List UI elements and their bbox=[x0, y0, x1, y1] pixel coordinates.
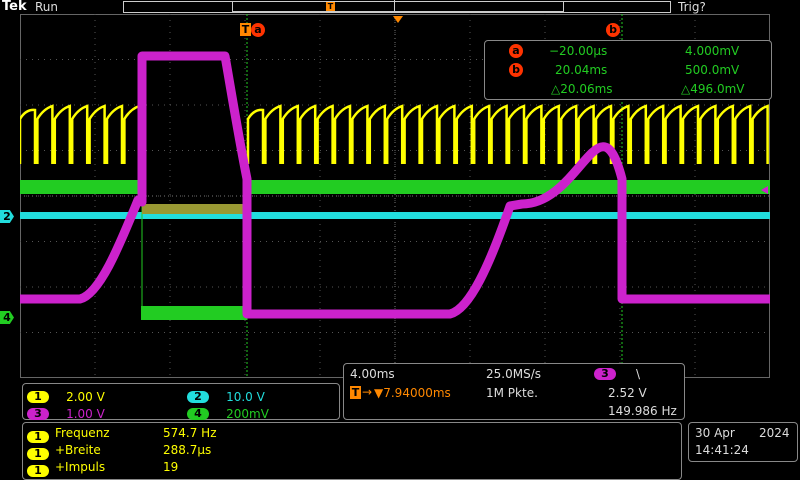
measurements-panel: 1 Frequenz 574.7 Hz 1 +Breite 288.7µs 1 … bbox=[22, 422, 682, 480]
top-bar: Tek Run T Trig? bbox=[0, 0, 800, 14]
trigger-level: 2.52 V bbox=[608, 386, 647, 400]
ch4-scale[interactable]: 4 200mV bbox=[187, 403, 269, 422]
clock-time: 14:41:24 bbox=[695, 443, 749, 457]
record-length: 1M Pkte. bbox=[486, 386, 538, 400]
year: 2024 bbox=[759, 426, 790, 440]
measurement-name: +Impuls bbox=[55, 460, 106, 474]
date: 30 Apr bbox=[695, 426, 735, 440]
channel-scales: 1 2.00 V 2 10.0 V 3 1.00 V 4 200mV bbox=[22, 383, 340, 422]
ch1-badge: 1 bbox=[27, 390, 49, 403]
ch2-scale-value: 10.0 V bbox=[226, 390, 265, 404]
ch3-scale-value: 1.00 V bbox=[66, 407, 105, 421]
cursor-b-readout-icon: b bbox=[509, 63, 523, 77]
record-trigger-marker-icon: T bbox=[326, 2, 335, 11]
trigger-t-icon: T bbox=[240, 23, 251, 36]
ch3-scale[interactable]: 3 1.00 V bbox=[27, 403, 105, 422]
trigger-arrow-icon: → bbox=[362, 385, 373, 399]
measurement-name: Frequenz bbox=[55, 426, 110, 440]
measurement-ch-badge: 1 bbox=[27, 464, 49, 477]
ch4-ground-marker[interactable]: 4 bbox=[0, 311, 14, 324]
ch2-ground-marker[interactable]: 2 bbox=[0, 210, 14, 223]
trigger-position-icon[interactable] bbox=[393, 16, 403, 23]
trigger-position: ▼7.94000ms bbox=[374, 386, 451, 400]
cursor-b-time: 20.04ms bbox=[555, 63, 608, 77]
cursor-delta-time: △20.06ms bbox=[551, 82, 613, 96]
trigger-slope-icon: \ bbox=[636, 367, 641, 381]
sample-rate: 25.0MS/s bbox=[486, 367, 541, 381]
time-per-div: 4.00ms bbox=[350, 367, 395, 381]
cursor-readout: a −20.00µs 4.000mV b 20.04ms 500.0mV △20… bbox=[484, 40, 772, 100]
cursor-a-icon: a bbox=[251, 23, 265, 37]
cursor-b-icon[interactable]: b bbox=[606, 23, 620, 37]
cursor-delta-value: △496.0mV bbox=[681, 82, 745, 96]
measurement-value: 19 bbox=[163, 460, 179, 474]
horizontal-trigger-panel[interactable]: 4.00ms 25.0MS/s 3 \ T → ▼7.94000ms 1M Pk… bbox=[343, 363, 685, 420]
cursor-a-time: −20.00µs bbox=[549, 44, 608, 58]
cursor-b-value: 500.0mV bbox=[685, 63, 740, 77]
ch3-badge: 3 bbox=[27, 407, 49, 420]
measurement-value: 574.7 Hz bbox=[163, 426, 217, 440]
cursor-a-value: 4.000mV bbox=[685, 44, 740, 58]
ch1-level-marker-icon bbox=[761, 186, 768, 194]
record-center-marker bbox=[394, 0, 395, 12]
ch1-scale-value: 2.00 V bbox=[66, 390, 105, 404]
brand-logo: Tek bbox=[2, 0, 27, 14]
measurement-value: 288.7µs bbox=[163, 443, 212, 457]
measurement-row[interactable]: 1 +Impuls 19 bbox=[27, 460, 667, 479]
ch2-marker-label: 2 bbox=[3, 210, 11, 223]
trigger-frequency: 149.986 Hz bbox=[608, 404, 677, 418]
cursor-a-readout-icon: a bbox=[509, 44, 523, 58]
measurement-ch-badge: 1 bbox=[27, 430, 49, 443]
ch2-badge: 2 bbox=[187, 390, 209, 403]
ch4-badge: 4 bbox=[187, 407, 209, 420]
acquisition-state: Run bbox=[35, 0, 59, 14]
trigger-source-badge: 3 bbox=[594, 368, 616, 380]
trigger-status: Trig? bbox=[678, 0, 706, 14]
ch4-marker-label: 4 bbox=[3, 311, 11, 324]
datetime-panel: 30 Apr 2024 14:41:24 bbox=[688, 422, 798, 462]
record-view-bar[interactable]: T bbox=[123, 0, 671, 13]
measurement-name: +Breite bbox=[55, 443, 101, 457]
record-view-window bbox=[232, 1, 564, 12]
trigger-t-badge-icon: T bbox=[350, 386, 361, 399]
measurement-ch-badge: 1 bbox=[27, 447, 49, 460]
ch4-scale-value: 200mV bbox=[226, 407, 269, 421]
